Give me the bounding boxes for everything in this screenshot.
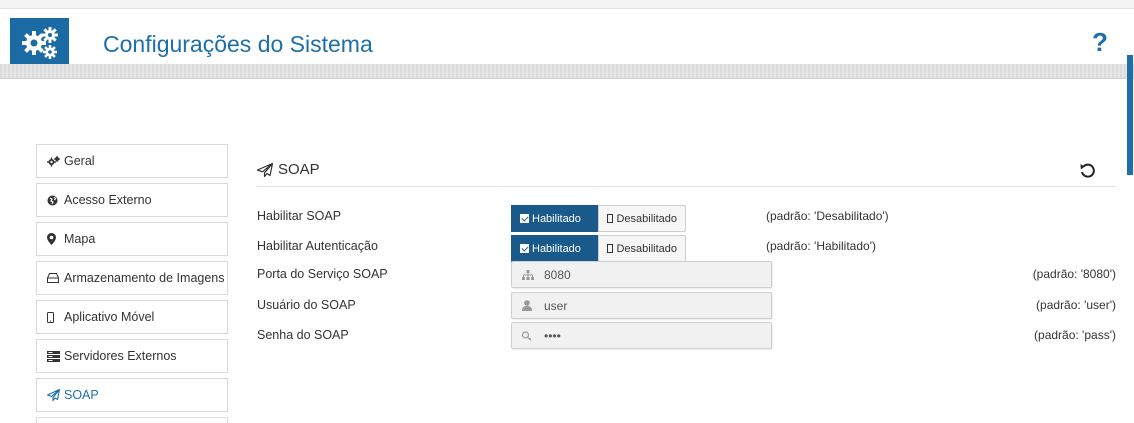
enable-soap-label: Habilitar SOAP (257, 209, 342, 223)
sidebar-item-label: SOAP (64, 388, 99, 402)
enable-auth-toggle: Habilitado Desabilitado (511, 235, 686, 262)
row-password: Senha do SOAP (padrão: 'pass') (257, 322, 1116, 350)
sidebar-item-partial[interactable] (36, 417, 228, 423)
user-default: (padrão: 'user') (1036, 298, 1116, 312)
settings-sidebar: Geral Acesso Externo Mapa Armazenamento … (36, 144, 228, 423)
sidebar-item-armazenamento[interactable]: Armazenamento de Imagens (36, 261, 228, 295)
button-label: Habilitado (532, 212, 581, 225)
map-marker-icon (47, 233, 61, 245)
server-icon (47, 350, 61, 362)
sidebar-item-aplicativo-movel[interactable]: Aplicativo Móvel (36, 300, 228, 334)
row-enable-auth: Habilitar Autenticação Habilitado Desabi… (257, 233, 1116, 262)
row-port: Porta do Serviço SOAP (padrão: '8080') (257, 261, 1116, 289)
page-header: Configurações do Sistema ? (0, 8, 1134, 68)
password-default: (padrão: 'pass') (1034, 328, 1116, 342)
enable-auth-label: Habilitar Autenticação (257, 239, 378, 253)
port-input[interactable] (544, 267, 744, 282)
port-label: Porta do Serviço SOAP (257, 267, 388, 281)
user-field[interactable] (511, 292, 772, 319)
enable-soap-toggle: Habilitado Desabilitado (511, 205, 686, 232)
page-title: Configurações do Sistema (103, 31, 373, 57)
top-strip (0, 0, 1134, 8)
enable-auth-on-button[interactable]: Habilitado (511, 235, 598, 262)
panel-header: SOAP (257, 155, 1116, 187)
gears-icon (10, 18, 69, 68)
soap-settings-panel: SOAP Habilitar SOAP Habilitado Desabilit… (257, 155, 1116, 349)
unchecked-box-icon (607, 214, 614, 223)
header-divider (0, 64, 1134, 79)
enable-soap-off-button[interactable]: Desabilitado (598, 205, 686, 232)
user-icon (522, 300, 536, 311)
panel-title-text: SOAP (278, 161, 320, 178)
sidebar-item-servidores-externos[interactable]: Servidores Externos (36, 339, 228, 373)
sidebar-item-label: Aplicativo Móvel (64, 310, 155, 324)
user-input[interactable] (544, 298, 744, 313)
button-label: Desabilitado (616, 242, 677, 255)
enable-soap-on-button[interactable]: Habilitado (511, 205, 598, 232)
sidebar-item-label: Geral (64, 154, 95, 168)
sidebar-item-label: Armazenamento de Imagens (64, 271, 225, 285)
enable-soap-default: (padrão: 'Desabilitado') (766, 209, 889, 223)
password-input[interactable] (544, 328, 744, 343)
port-field[interactable] (511, 261, 772, 288)
sidebar-item-label: Acesso Externo (64, 193, 152, 207)
help-button[interactable]: ? (1092, 27, 1108, 58)
paper-plane-icon (47, 389, 61, 401)
sidebar-item-geral[interactable]: Geral (36, 144, 228, 178)
checked-box-icon (520, 244, 529, 253)
password-label: Senha do SOAP (257, 328, 349, 342)
paper-plane-icon (257, 162, 273, 177)
user-label: Usuário do SOAP (257, 298, 356, 312)
row-enable-soap: Habilitar SOAP Habilitado Desabilitado (… (257, 203, 1116, 232)
key-icon (522, 330, 536, 341)
sidebar-item-label: Mapa (64, 232, 96, 246)
enable-auth-off-button[interactable]: Desabilitado (598, 235, 686, 262)
panel-title: SOAP (257, 161, 320, 178)
sidebar-item-soap[interactable]: SOAP (36, 378, 228, 412)
hdd-icon (47, 273, 61, 283)
checked-box-icon (520, 214, 529, 223)
sidebar-item-label: Servidores Externos (64, 349, 177, 363)
mobile-icon (47, 311, 61, 323)
unchecked-box-icon (607, 244, 614, 253)
sitemap-icon (522, 269, 536, 280)
undo-icon[interactable] (1079, 163, 1095, 184)
port-default: (padrão: '8080') (1032, 267, 1116, 281)
sidebar-item-acesso-externo[interactable]: Acesso Externo (36, 183, 228, 217)
button-label: Habilitado (532, 242, 581, 255)
enable-auth-default: (padrão: 'Habilitado') (766, 239, 876, 253)
globe-icon (47, 195, 61, 206)
sidebar-item-mapa[interactable]: Mapa (36, 222, 228, 256)
gears-icon (47, 155, 61, 167)
button-label: Desabilitado (616, 212, 677, 225)
password-field[interactable] (511, 322, 772, 349)
row-user: Usuário do SOAP (padrão: 'user') (257, 292, 1116, 320)
scrollbar-thumb[interactable] (1127, 55, 1133, 175)
